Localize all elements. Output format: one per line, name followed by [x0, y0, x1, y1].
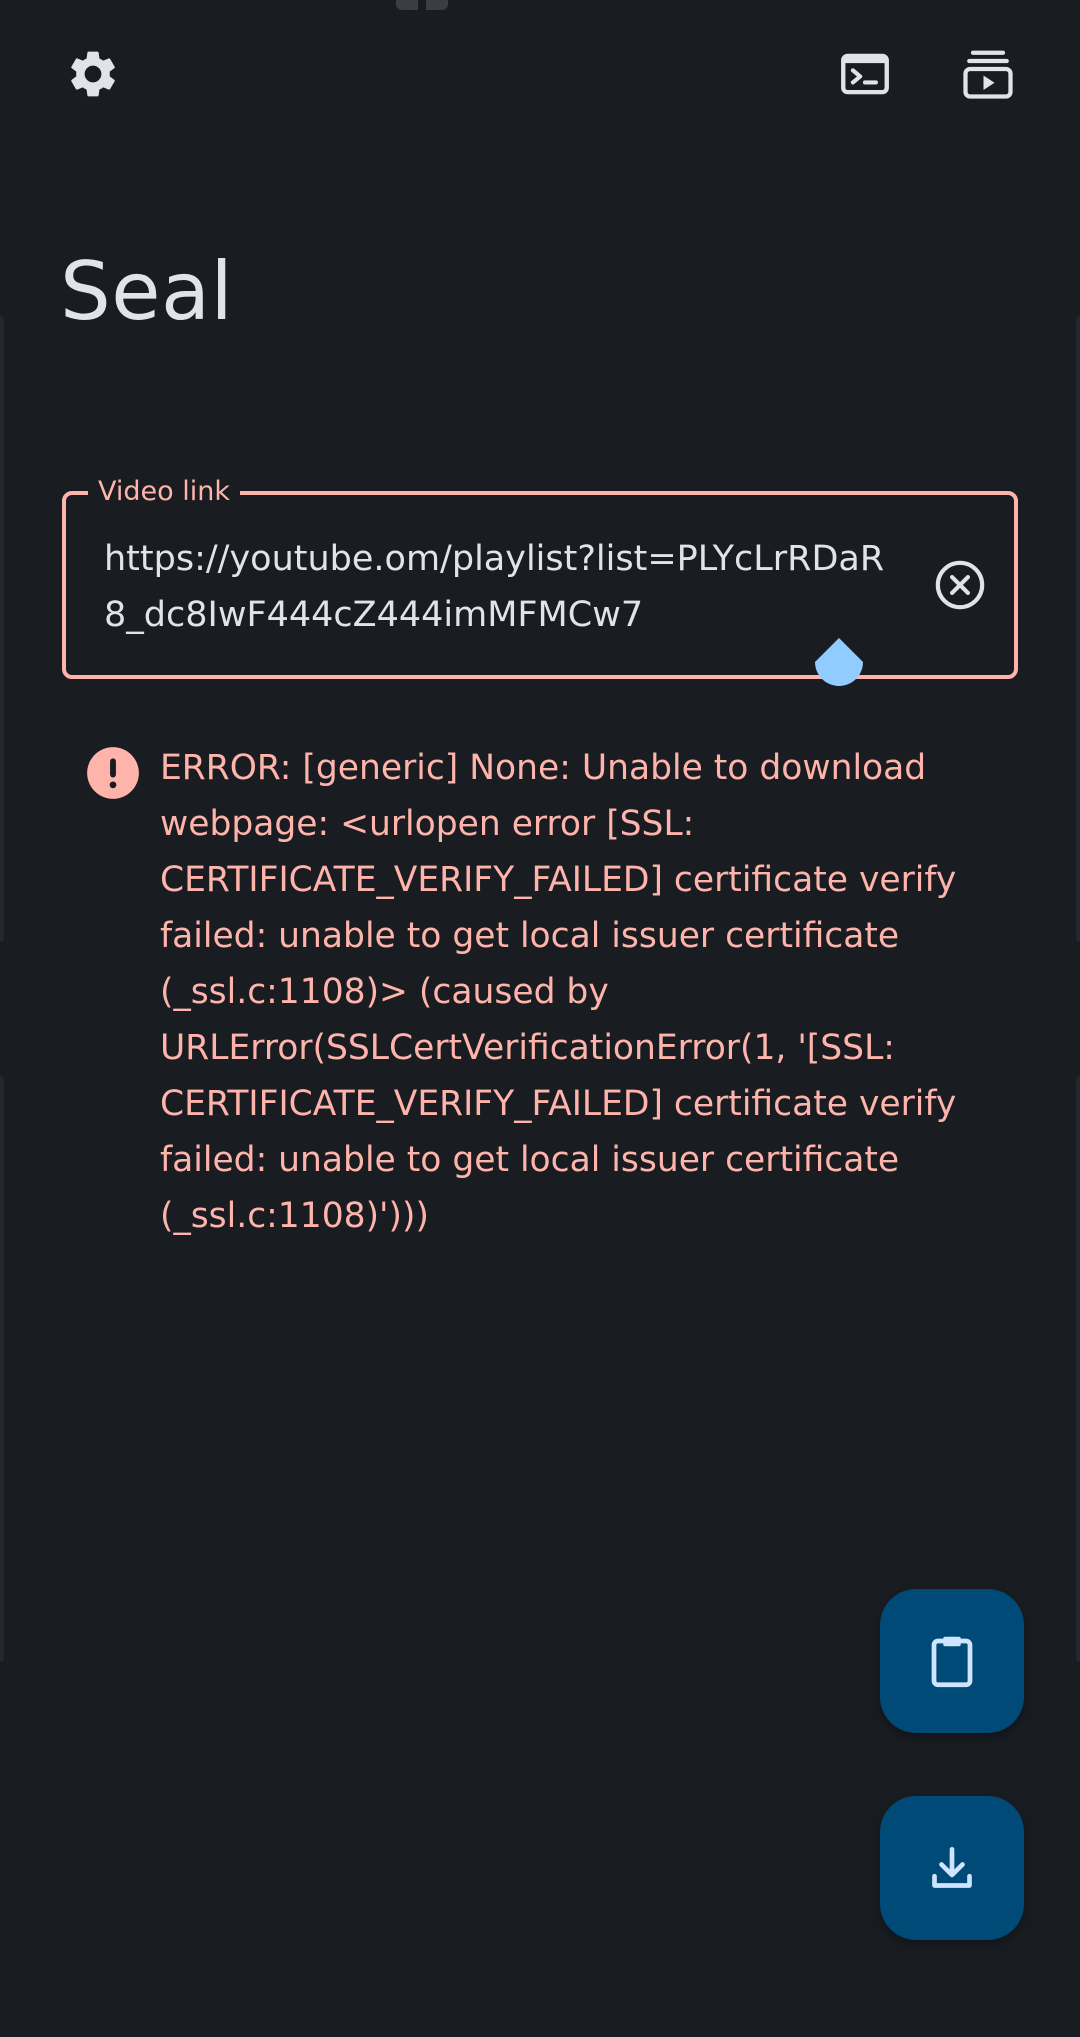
video-link-label: Video link — [88, 475, 240, 509]
video-link-field[interactable]: Video link https://youtube.om/playlist?l… — [62, 475, 1018, 679]
download-icon — [932, 1847, 972, 1888]
error-exclamation-icon — [87, 747, 139, 799]
clipboard-icon — [931, 1636, 973, 1688]
download-queue-button[interactable] — [940, 26, 1036, 122]
paste-fab[interactable] — [880, 1589, 1024, 1733]
app-title: Seal — [60, 245, 234, 338]
clear-input-button[interactable] — [924, 549, 996, 621]
clear-circle-icon — [935, 560, 985, 610]
settings-button[interactable] — [45, 26, 141, 122]
terminal-icon — [841, 53, 889, 95]
settings-gear-icon — [71, 51, 115, 97]
text-cursor-handle[interactable] — [812, 636, 866, 702]
edge-decoration-left-top — [0, 316, 4, 942]
download-fab[interactable] — [880, 1796, 1024, 1940]
edge-decoration-right-top — [1076, 316, 1080, 942]
edge-decoration-right-bottom — [1076, 1076, 1080, 1662]
camera-cutout — [396, 0, 448, 10]
video-library-icon — [963, 50, 1013, 99]
error-text: ERROR: [generic] None: Unable to downloa… — [160, 748, 957, 1236]
video-link-input[interactable]: https://youtube.om/playlist?list=PLYcLrR… — [104, 531, 894, 643]
terminal-button[interactable] — [817, 26, 913, 122]
edge-decoration-left-bottom — [0, 1076, 4, 1662]
